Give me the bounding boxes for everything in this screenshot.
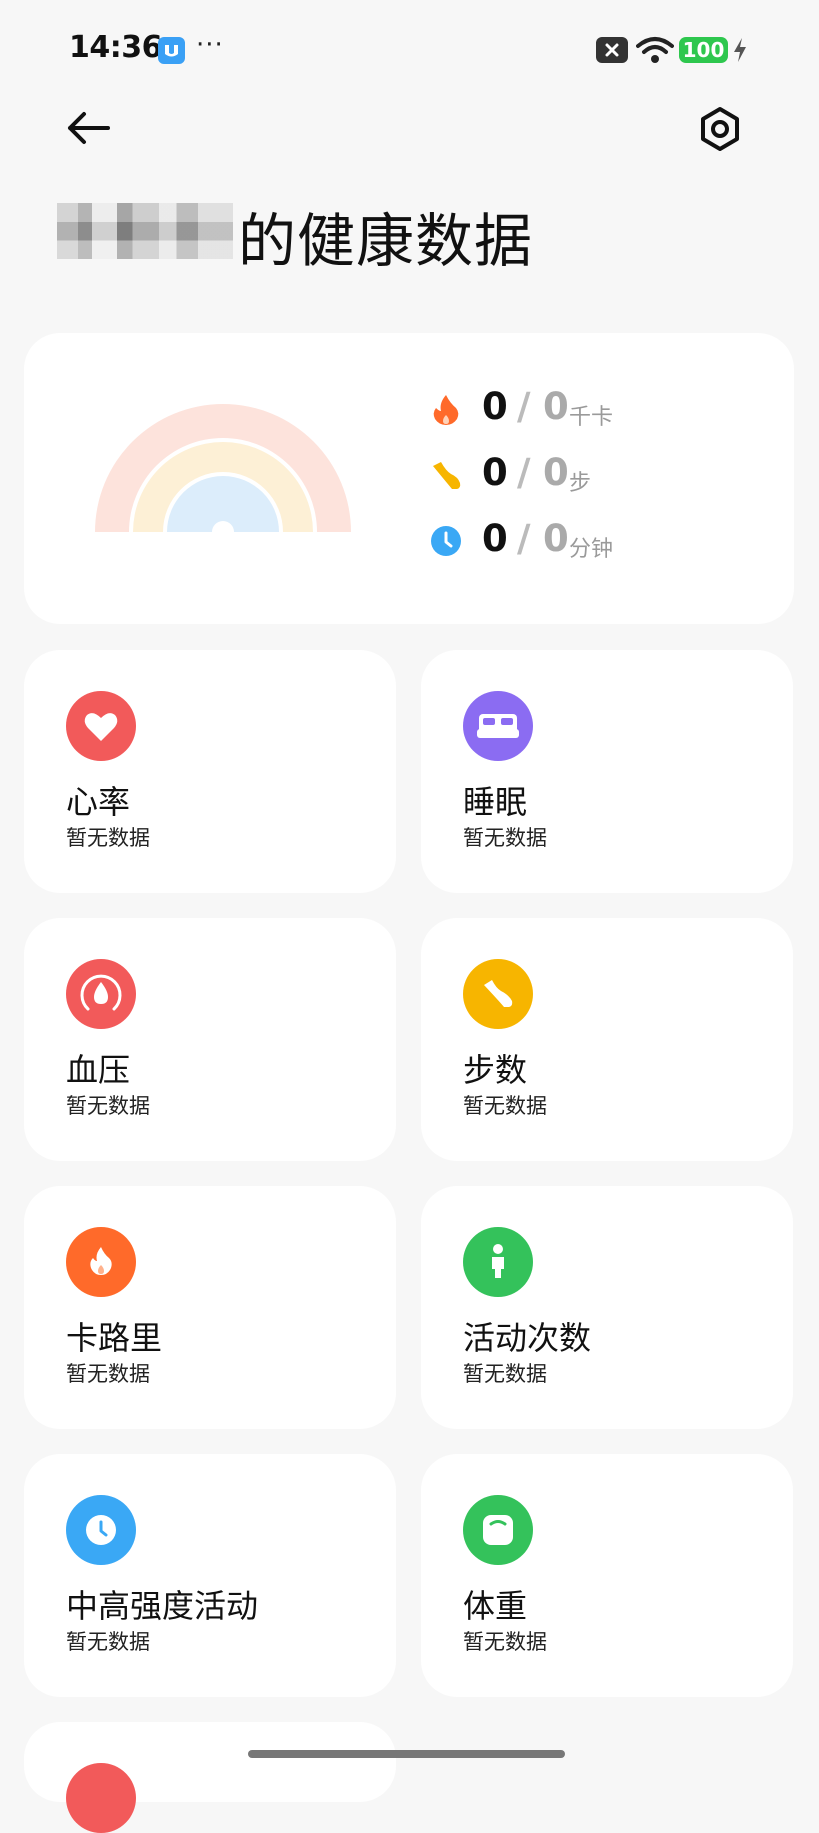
no-sim-icon: [596, 37, 628, 63]
tile-steps[interactable]: 步数 暂无数据: [421, 918, 793, 1161]
minutes-unit: 分钟: [569, 537, 614, 562]
person-icon: [463, 1227, 533, 1297]
tile-moderate-vigorous-activity[interactable]: 中高强度活动 暂无数据: [24, 1454, 396, 1697]
tile-next-partial[interactable]: [24, 1722, 396, 1833]
tile-title: 活动次数: [463, 1319, 592, 1357]
tile-title: 体重: [463, 1587, 528, 1625]
partial-tile-icon: [66, 1763, 136, 1833]
app-notification-icon: [158, 37, 185, 64]
minutes-current: 0: [482, 517, 508, 560]
calories-current: 0: [482, 385, 508, 428]
blood-drop-icon: [66, 959, 136, 1029]
tile-status: 暂无数据: [66, 1630, 150, 1654]
tile-calories[interactable]: 卡路里 暂无数据: [24, 1186, 396, 1429]
steps-unit: 步: [569, 471, 592, 496]
minutes-separator: /: [517, 517, 531, 560]
tile-title: 心率: [66, 783, 131, 821]
tile-title: 睡眠: [463, 783, 528, 821]
tile-heart-rate[interactable]: 心率 暂无数据: [24, 650, 396, 893]
flame-icon: [66, 1227, 136, 1297]
wifi-icon: [636, 37, 674, 63]
steps-goal: 0: [543, 451, 569, 494]
steps-current: 0: [482, 451, 508, 494]
more-notifications-icon: ···: [196, 30, 224, 60]
tile-sleep[interactable]: 睡眠 暂无数据: [421, 650, 793, 893]
bed-icon: [463, 691, 533, 761]
tile-title: 卡路里: [66, 1319, 163, 1357]
scale-icon: [463, 1495, 533, 1565]
calories-separator: /: [517, 385, 531, 428]
tile-activity-count[interactable]: 活动次数 暂无数据: [421, 1186, 793, 1429]
tile-status: 暂无数据: [66, 1362, 150, 1386]
heart-icon: [66, 691, 136, 761]
clock-icon: [431, 526, 461, 556]
tile-title: 步数: [463, 1051, 528, 1089]
page-title: 的健康数据: [238, 207, 534, 275]
tile-weight[interactable]: 体重 暂无数据: [421, 1454, 793, 1697]
tile-status: 暂无数据: [66, 1094, 150, 1118]
tile-title: 中高强度活动: [66, 1587, 259, 1625]
tile-status: 暂无数据: [463, 1362, 547, 1386]
tile-status: 暂无数据: [463, 1094, 547, 1118]
flame-icon: [433, 395, 459, 425]
shoe-icon: [433, 462, 461, 489]
status-time: 14:36: [69, 30, 163, 65]
settings-gear-icon[interactable]: [696, 105, 744, 153]
battery-indicator: 100: [679, 37, 728, 63]
tile-status: 暂无数据: [463, 826, 547, 850]
activity-rings-chart: [95, 404, 351, 534]
back-button[interactable]: [62, 106, 118, 150]
activity-summary-card[interactable]: 0 / 0 千卡 0 / 0 步 0 / 0 分钟: [24, 333, 794, 624]
tile-status: 暂无数据: [463, 1630, 547, 1654]
status-bar: 14:36 ··· 100: [0, 0, 819, 100]
charging-icon: [734, 38, 746, 62]
tile-title: 血压: [66, 1051, 131, 1089]
tile-blood-pressure[interactable]: 血压 暂无数据: [24, 918, 396, 1161]
user-name-redacted: [57, 203, 233, 259]
tile-status: 暂无数据: [66, 826, 150, 850]
calories-goal: 0: [543, 385, 569, 428]
home-indicator[interactable]: [248, 1750, 565, 1758]
shoe-icon: [463, 959, 533, 1029]
minutes-goal: 0: [543, 517, 569, 560]
calories-unit: 千卡: [569, 405, 614, 430]
clock-icon: [66, 1495, 136, 1565]
steps-separator: /: [517, 451, 531, 494]
